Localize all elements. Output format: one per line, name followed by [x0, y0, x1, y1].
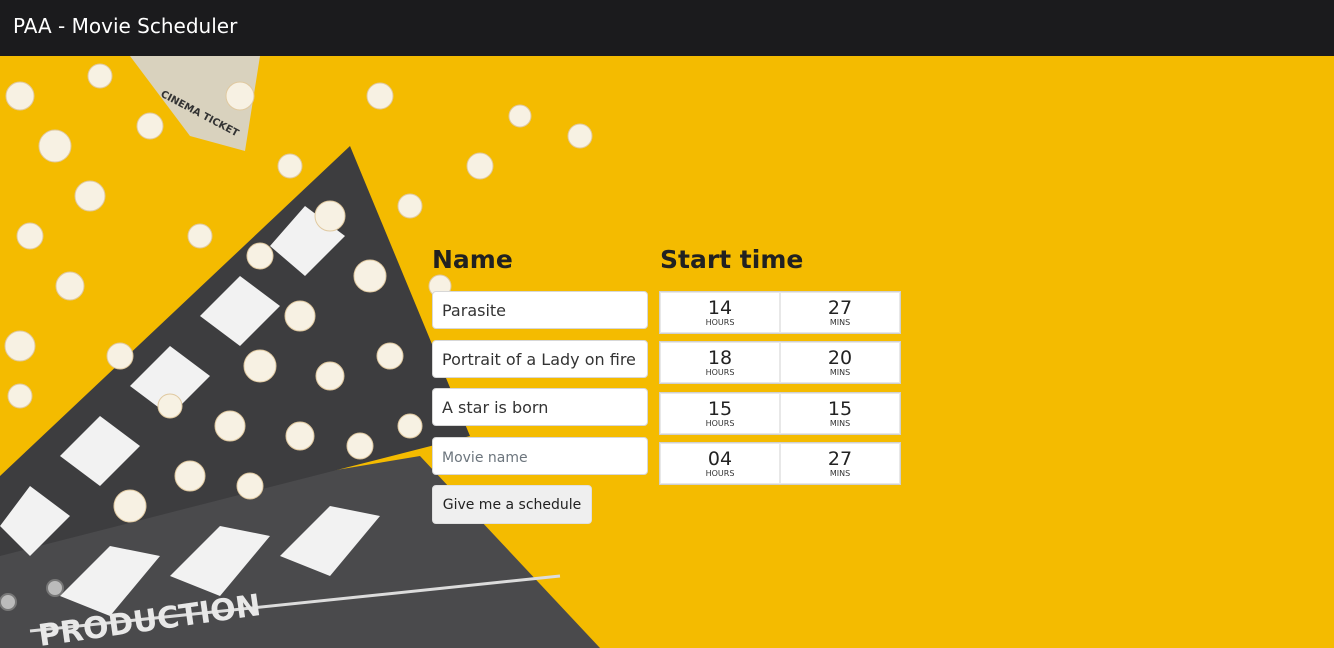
hours-label: HOURS	[705, 317, 735, 327]
minutes-value: 20	[827, 346, 853, 369]
minutes-field[interactable]: 20 MINS	[781, 343, 899, 382]
start-time-picker-3: 15 HOURS 15 MINS	[659, 392, 901, 435]
minutes-label: MINS	[829, 418, 851, 428]
movie-name-input-2[interactable]	[432, 340, 648, 378]
start-time-column-heading: Start time	[660, 245, 804, 274]
movie-name-input-3[interactable]	[432, 388, 648, 426]
minutes-field[interactable]: 27 MINS	[781, 444, 899, 483]
app-title[interactable]: PAA - Movie Scheduler	[13, 12, 237, 40]
hours-label: HOURS	[705, 367, 735, 377]
give-schedule-button[interactable]: Give me a schedule	[432, 485, 592, 524]
hours-field[interactable]: 18 HOURS	[661, 343, 779, 382]
hero-background: PRODUCTION CINEMA TICKET Name Start time…	[0, 56, 1334, 648]
hours-field[interactable]: 04 HOURS	[661, 444, 779, 483]
minutes-field[interactable]: 15 MINS	[781, 394, 899, 433]
hours-value: 14	[707, 296, 733, 319]
minutes-value: 27	[827, 447, 853, 470]
minutes-label: MINS	[829, 367, 851, 377]
movie-name-input-new[interactable]	[432, 437, 648, 475]
minutes-field[interactable]: 27 MINS	[781, 293, 899, 332]
minutes-value: 15	[827, 397, 853, 420]
name-column-heading: Name	[432, 245, 513, 274]
minutes-label: MINS	[829, 468, 851, 478]
minutes-value: 27	[827, 296, 853, 319]
hours-field[interactable]: 15 HOURS	[661, 394, 779, 433]
hours-label: HOURS	[705, 468, 735, 478]
navbar: PAA - Movie Scheduler	[0, 0, 1334, 56]
hours-value: 18	[707, 346, 733, 369]
hours-field[interactable]: 14 HOURS	[661, 293, 779, 332]
hours-value: 15	[707, 397, 733, 420]
hours-label: HOURS	[705, 418, 735, 428]
minutes-label: MINS	[829, 317, 851, 327]
start-time-picker-2: 18 HOURS 20 MINS	[659, 341, 901, 384]
movie-name-input-1[interactable]	[432, 291, 648, 329]
start-time-picker-4: 04 HOURS 27 MINS	[659, 442, 901, 485]
start-time-picker-1: 14 HOURS 27 MINS	[659, 291, 901, 334]
hours-value: 04	[707, 447, 733, 470]
schedule-form: Name Start time 14 HOURS 27 MINS 18 HOUR…	[0, 56, 1334, 648]
